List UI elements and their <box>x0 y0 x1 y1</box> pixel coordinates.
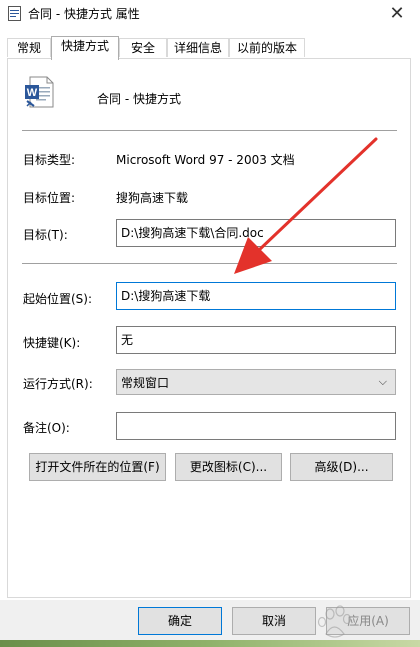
target-type-value: Microsoft Word 97 - 2003 文档 <box>116 153 295 167</box>
shortcut-name: 合同 - 快捷方式 <box>97 92 181 106</box>
svg-text:W: W <box>27 87 38 99</box>
tab-shortcut[interactable]: 快捷方式 <box>51 36 119 60</box>
tab-details[interactable]: 详细信息 <box>167 38 229 57</box>
target-input[interactable]: D:\搜狗高速下载\合同.doc <box>116 219 396 247</box>
start-in-label: 起始位置(S): <box>23 292 93 306</box>
target-type-label: 目标类型: <box>23 153 76 167</box>
title-bar: 合同 - 快捷方式 属性 ✕ <box>0 0 420 27</box>
word-document-icon: W <box>25 76 54 108</box>
divider <box>22 130 397 131</box>
target-location-value: 搜狗高速下载 <box>116 191 189 205</box>
close-button[interactable]: ✕ <box>374 0 420 27</box>
target-label: 目标(T): <box>23 228 68 242</box>
word-document-icon <box>8 6 21 21</box>
tab-previous-versions[interactable]: 以前的版本 <box>229 38 305 57</box>
advanced-button[interactable]: 高级(D)... <box>290 453 393 481</box>
hotkey-input[interactable]: 无 <box>116 326 396 354</box>
start-in-input[interactable]: D:\搜狗高速下载 <box>116 282 396 310</box>
ok-button[interactable]: 确定 <box>138 607 222 635</box>
tab-security[interactable]: 安全 <box>119 38 167 57</box>
target-location-label: 目标位置: <box>23 191 76 205</box>
background-strip <box>0 640 420 647</box>
divider <box>22 263 397 264</box>
run-label: 运行方式(R): <box>23 377 93 391</box>
cancel-button[interactable]: 取消 <box>232 607 316 635</box>
change-icon-button[interactable]: 更改图标(C)... <box>175 453 282 481</box>
hotkey-label: 快捷键(K): <box>23 336 81 350</box>
run-select-value: 常规窗口 <box>121 376 170 390</box>
comment-label: 备注(O): <box>23 421 70 435</box>
tab-general[interactable]: 常规 <box>7 38 51 57</box>
window-title: 合同 - 快捷方式 属性 <box>28 7 140 21</box>
apply-button[interactable]: 应用(A) <box>326 607 410 635</box>
close-icon: ✕ <box>389 3 405 24</box>
comment-input[interactable] <box>116 412 396 440</box>
run-select[interactable]: 常规窗口 ⌵ <box>116 369 396 395</box>
open-file-location-button[interactable]: 打开文件所在的位置(F) <box>29 453 166 481</box>
chevron-down-icon: ⌵ <box>378 375 387 388</box>
